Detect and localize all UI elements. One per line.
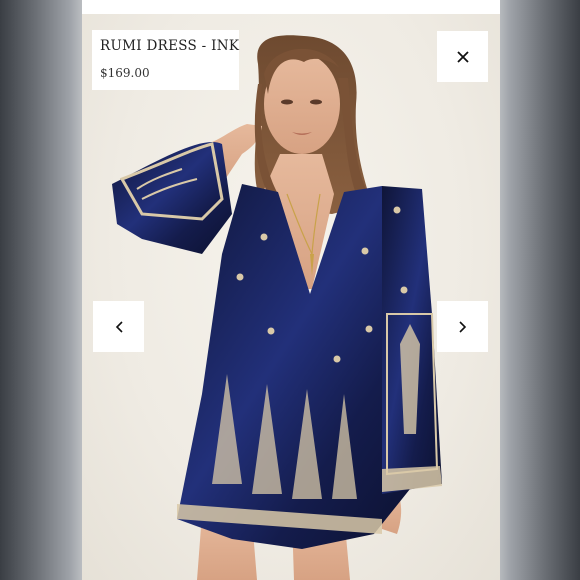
product-photo xyxy=(82,14,500,580)
product-price: $169.00 xyxy=(100,66,150,80)
next-image-button[interactable] xyxy=(437,301,488,352)
chevron-left-icon xyxy=(115,320,123,333)
close-button[interactable] xyxy=(437,31,488,82)
product-name: RUMI DRESS - INK xyxy=(100,38,240,54)
close-icon xyxy=(456,50,469,63)
previous-image-button[interactable] xyxy=(93,301,144,352)
chevron-right-icon xyxy=(458,320,467,333)
top-strip xyxy=(82,0,500,14)
product-info-card: RUMI DRESS - INK $169.00 xyxy=(92,30,239,90)
model-illustration xyxy=(112,35,442,580)
